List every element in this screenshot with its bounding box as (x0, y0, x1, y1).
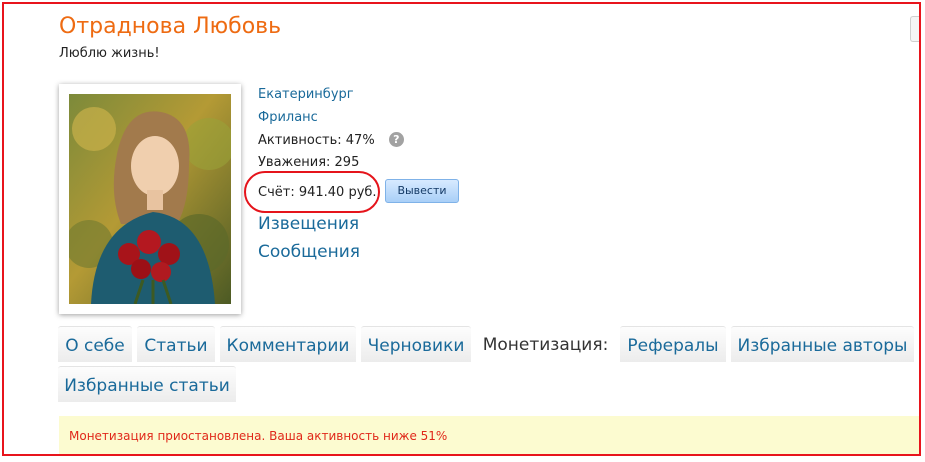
tab-drafts[interactable]: Черновики (361, 326, 471, 362)
monetization-notice: Монетизация приостановлена. Ваша активно… (59, 416, 919, 454)
profile-photo[interactable] (59, 84, 241, 314)
screenshot-frame: Отраднова Любовь Люблю жизнь! Екатеринбу… (2, 2, 921, 456)
balance-text: Счёт: 941.40 руб. (258, 185, 377, 200)
portrait-image (69, 94, 231, 304)
balance-row: Счёт: 941.40 руб. Вывести (258, 179, 459, 203)
profile-name: Отраднова Любовь (59, 14, 282, 39)
tab-comments[interactable]: Комментарии (220, 326, 356, 362)
tab-about[interactable]: О себе (58, 326, 132, 362)
city-link[interactable]: Екатеринбург (258, 87, 354, 102)
corner-toggle[interactable] (910, 16, 919, 42)
profile-status: Люблю жизнь! (59, 46, 160, 61)
messages-link[interactable]: Сообщения (258, 242, 360, 262)
activity-text: Активность: 47% (258, 133, 375, 148)
notifications-link[interactable]: Извещения (258, 214, 359, 234)
tab-favorite-articles[interactable]: Избранные статьи (58, 366, 236, 402)
withdraw-button[interactable]: Вывести (385, 179, 459, 203)
tab-favorite-authors[interactable]: Избранные авторы (731, 326, 914, 362)
respect-count: Уважения: 295 (258, 155, 360, 170)
tab-referrals[interactable]: Рефералы (620, 326, 726, 362)
activity-row: Активность: 47% ? (258, 132, 404, 148)
question-circle-icon[interactable]: ? (388, 132, 404, 147)
tab-monetization[interactable]: Монетизация: (476, 326, 615, 362)
occupation-link[interactable]: Фриланс (258, 110, 318, 125)
tab-articles[interactable]: Статьи (137, 326, 215, 362)
